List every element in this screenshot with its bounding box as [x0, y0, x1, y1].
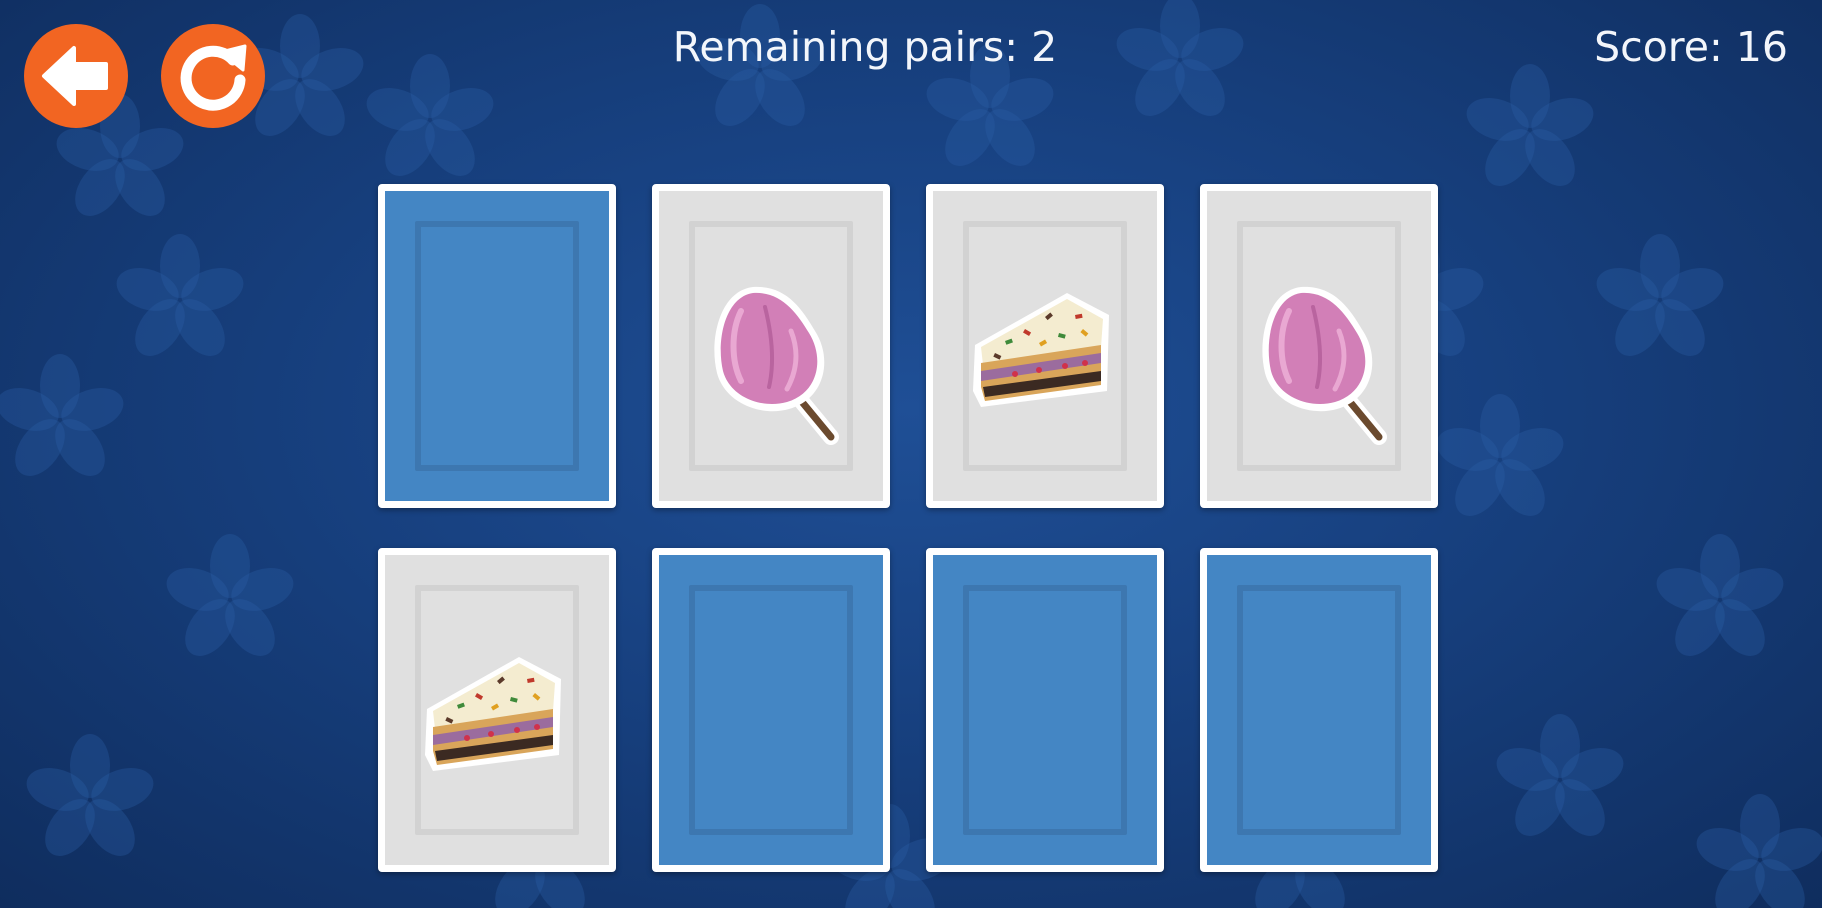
flower-pattern-background: [0, 0, 1822, 908]
cake-slice-icon: [425, 657, 561, 771]
cotton-candy-icon: [714, 286, 839, 445]
card-2[interactable]: [652, 184, 890, 508]
card-1[interactable]: [378, 184, 616, 508]
score-label: Score: 16: [1594, 23, 1788, 71]
card-3[interactable]: [926, 184, 1164, 508]
card-4[interactable]: [1200, 184, 1438, 508]
card-5[interactable]: [378, 548, 616, 872]
remaining-pairs-label: Remaining pairs: 2: [672, 23, 1058, 71]
cotton-candy-icon: [1262, 286, 1387, 445]
card-8[interactable]: [1200, 548, 1438, 872]
cake-slice-icon: [973, 293, 1109, 407]
card-7[interactable]: [926, 548, 1164, 872]
card-6[interactable]: [652, 548, 890, 872]
